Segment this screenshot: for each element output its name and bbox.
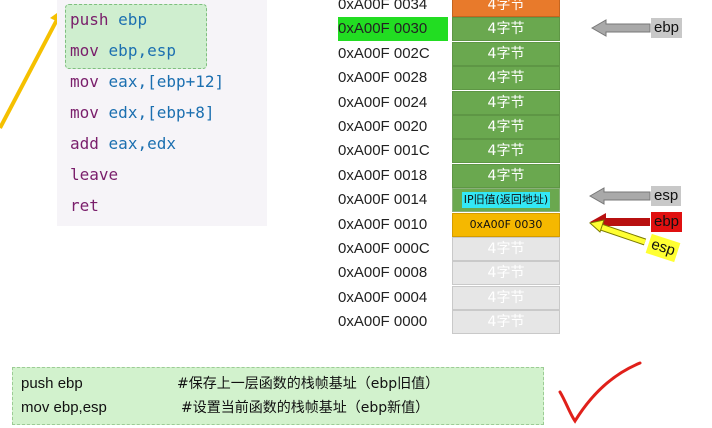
note-comment-2: #设置当前函数的栈帧基址（ebp新值） (181, 400, 430, 416)
stack-cell: 4字节 (452, 310, 560, 335)
code-op: push (70, 10, 109, 29)
code-line: mov ebp,esp (70, 37, 176, 65)
stack-cell: 4字节 (452, 41, 560, 66)
esp-gray-label: esp (651, 186, 682, 206)
stack-address: 0xA00F 0024 (338, 93, 428, 111)
code-line: mov edx,[ebp+8] (70, 99, 215, 127)
code-op: mov (70, 103, 99, 122)
esp-gray-arrow (588, 187, 651, 205)
code-args: eax,[ebp+12] (108, 72, 225, 91)
code-line: push ebp (70, 6, 147, 34)
yellow-arrow-to-code (0, 8, 64, 129)
stack-cell: 4字节 (452, 90, 560, 115)
code-panel: push ebp mov ebp,esp mov eax,[ebp+12] mov e… (57, 0, 267, 226)
note-code-1: push ebp (21, 375, 83, 392)
stack-cell: 4字节 (452, 0, 560, 17)
stack-address: 0xA00F 0030 (338, 17, 448, 42)
code-op: add (70, 134, 99, 153)
stack-cell: 4字节 (452, 285, 560, 310)
stack-cell: 4字节 (452, 66, 560, 91)
stack-address: 0xA00F 001C (338, 142, 430, 160)
code-op: ret (70, 196, 99, 215)
return-address-tag: IP旧值(返回地址) (461, 192, 551, 209)
code-line: leave (70, 161, 118, 189)
code-op: mov (70, 41, 99, 60)
stack-address: 0xA00F 0020 (338, 118, 428, 135)
code-line: add eax,edx (70, 130, 176, 158)
stack-cell: 4字节 (452, 115, 560, 139)
stack-address: 0xA00F 0010 (338, 215, 428, 233)
notes-box: push ebp #保存上一层函数的栈帧基址（ebp旧值） mov ebp,es… (12, 367, 544, 425)
code-args: ebp,esp (108, 41, 176, 60)
stack-cell: 0xA00F 0030 (452, 212, 560, 237)
stack-address: 0xA00F 0008 (338, 264, 428, 282)
stack-cell: 4字节 (452, 163, 560, 188)
ebp-old-label: ebp (651, 18, 683, 38)
stack-address: 0xA00F 0028 (338, 69, 428, 87)
code-line: mov eax,[ebp+12] (70, 68, 224, 96)
stack-address: 0xA00F 0018 (338, 166, 428, 184)
ebp-current-label: ebp (651, 212, 683, 232)
code-args: edx,[ebp+8] (108, 103, 215, 122)
stack-address: 0xA00F 0014 (338, 191, 428, 209)
code-op: leave (70, 165, 119, 184)
stack-cell: 4字节 (452, 17, 560, 42)
stack-address: 0xA00F 0000 (338, 313, 428, 331)
stack-cell: 4字节 (452, 139, 560, 164)
code-line: ret (70, 192, 99, 220)
ebp-old-arrow (590, 19, 651, 37)
check-mark-icon (558, 361, 642, 424)
stack-cell: IP旧值(返回地址) (452, 188, 560, 213)
stack-address: 0xA00F 0004 (338, 288, 428, 306)
code-op: mov (70, 72, 99, 91)
note-code-2: mov ebp,esp (21, 399, 107, 416)
code-args: eax,edx (108, 134, 176, 153)
note-comment-1: #保存上一层函数的栈帧基址（ebp旧值） (177, 376, 440, 392)
stack-address: 0xA00F 002C (338, 44, 430, 62)
stack-cell: 4字节 (452, 237, 560, 261)
stack-address: 0xA00F 000C (338, 240, 430, 257)
stack-address: 0xA00F 0034 (338, 0, 428, 13)
stack-cell: 4字节 (452, 261, 560, 286)
code-args: ebp (118, 10, 148, 29)
